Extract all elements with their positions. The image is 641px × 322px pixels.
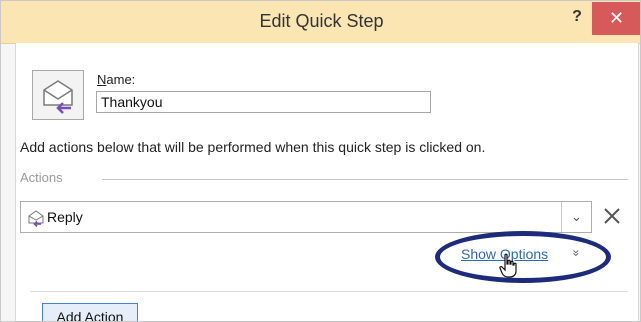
title-bar: Edit Quick Step ? ✕ xyxy=(1,1,640,44)
edit-quick-step-dialog: Edit Quick Step ? ✕ Name: Add actions be… xyxy=(0,0,641,322)
dialog-content: Name: Add actions below that will be per… xyxy=(15,43,639,321)
action-dropdown[interactable]: Reply ⌄ xyxy=(20,201,592,233)
close-button[interactable]: ✕ xyxy=(592,2,640,35)
chevron-down-icon[interactable]: ⌄ xyxy=(561,202,591,232)
add-action-button[interactable]: Add Action xyxy=(42,303,138,321)
quick-step-icon-button[interactable] xyxy=(32,70,84,120)
envelope-reply-icon xyxy=(43,80,73,114)
actions-section-label: Actions xyxy=(20,170,63,185)
name-label: Name: xyxy=(97,72,136,87)
hand-pointer-icon xyxy=(499,253,517,278)
reply-envelope-icon xyxy=(28,210,44,227)
help-button[interactable]: ? xyxy=(567,8,587,32)
description-text: Add actions below that will be performed… xyxy=(20,139,486,155)
bottom-divider xyxy=(30,291,628,292)
name-input[interactable] xyxy=(96,91,431,113)
remove-action-button[interactable] xyxy=(599,203,625,229)
dialog-title: Edit Quick Step xyxy=(259,11,384,31)
action-selected-value: Reply xyxy=(47,209,83,225)
double-chevron-down-icon[interactable]: » xyxy=(569,250,583,257)
actions-divider xyxy=(102,179,628,180)
